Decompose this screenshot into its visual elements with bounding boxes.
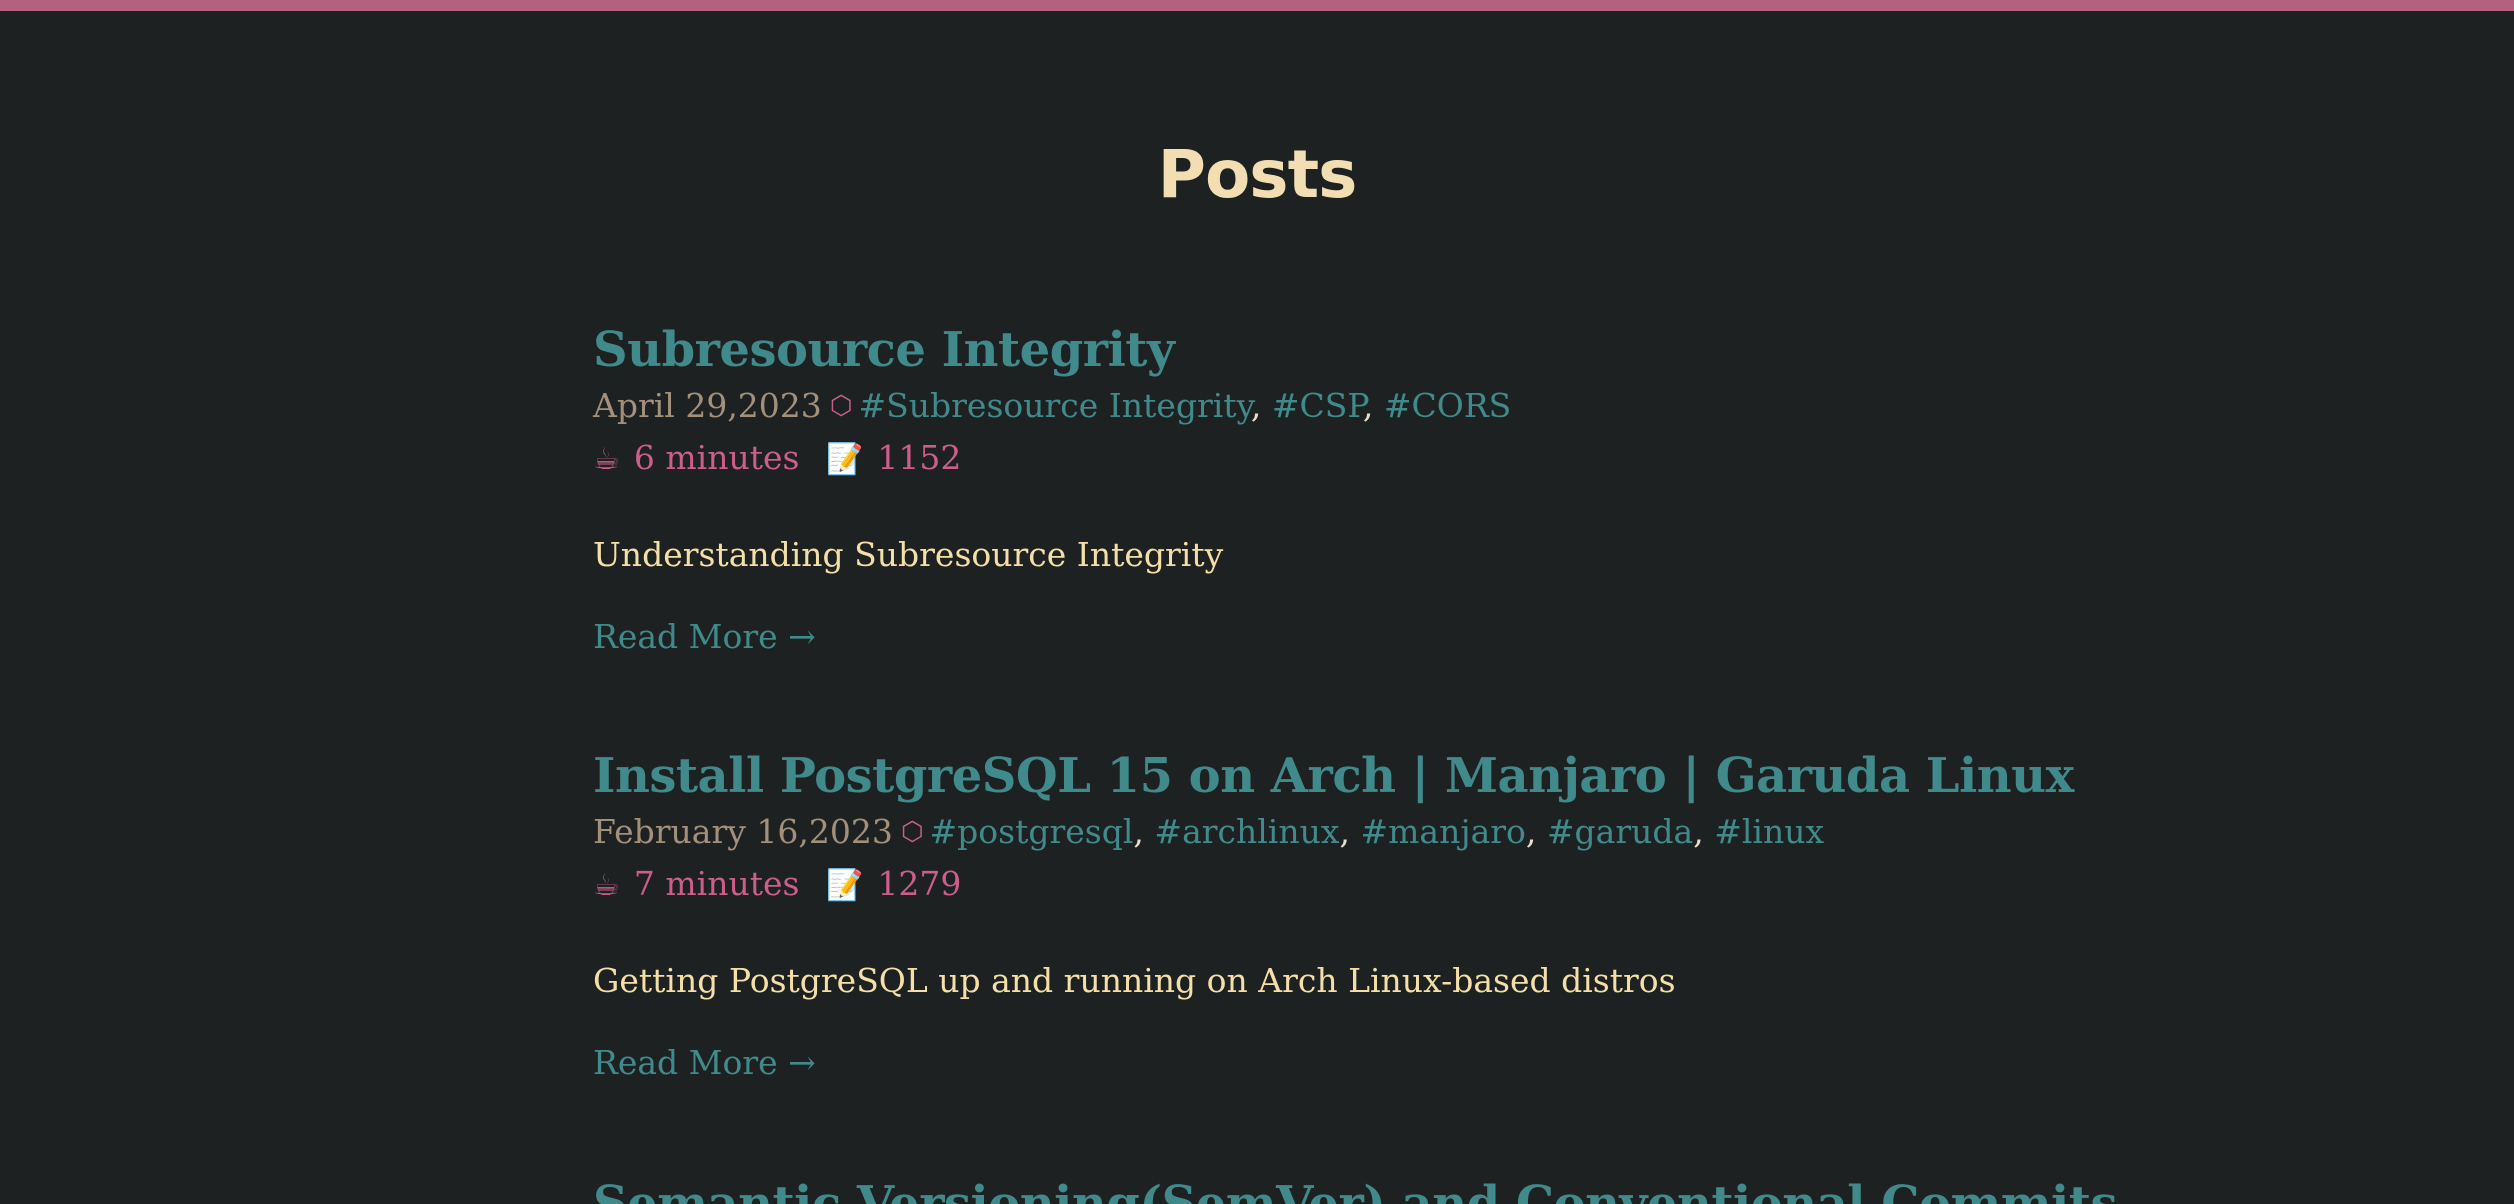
post-meta: February 16,2023 ⬡ #postgresql, #archlinux… xyxy=(593,808,1993,859)
tag-link[interactable]: #garuda xyxy=(1547,812,1693,851)
post-title-link[interactable]: Semantic Versioning(SemVer) and Conventi… xyxy=(593,1172,2117,1204)
tag-link[interactable]: #archlinux xyxy=(1154,812,1339,851)
tag-icon: ⬡ xyxy=(829,391,853,421)
tag-link[interactable]: #CSP xyxy=(1272,386,1363,425)
post-summary: Getting PostgreSQL up and running on Arc… xyxy=(593,961,1676,1000)
tag-separator: , xyxy=(1693,812,1704,851)
tag-separator: , xyxy=(1339,812,1350,851)
post-stats: ☕ 6 minutes 📝 1152 xyxy=(593,434,1993,484)
tag-separator: , xyxy=(1133,812,1144,851)
top-accent-bar xyxy=(0,0,2514,11)
post-summary: Understanding Subresource Integrity xyxy=(593,535,1224,574)
tag-link[interactable]: #manjaro xyxy=(1360,812,1525,851)
post-date: February 16,2023 xyxy=(593,812,893,851)
coffee-icon: ☕ xyxy=(593,868,620,903)
tag-link[interactable]: #CORS xyxy=(1384,386,1511,425)
tag-separator: , xyxy=(1525,812,1537,851)
tag-icon: ⬡ xyxy=(900,817,924,847)
tag-link[interactable]: #linux xyxy=(1714,812,1824,851)
tag-link[interactable]: #postgresql xyxy=(930,812,1134,851)
memo-icon: 📝 xyxy=(825,442,864,477)
post-date: April 29,2023 xyxy=(593,386,822,425)
tag-separator: , xyxy=(1362,386,1374,425)
read-more-link[interactable]: Read More → xyxy=(593,613,1993,661)
post-item: Subresource Integrity April 29,2023 ⬡ #Sub… xyxy=(593,318,1993,661)
word-count: 1279 xyxy=(877,864,962,903)
word-count: 1152 xyxy=(877,438,962,477)
post-item: Install PostgreSQL 15 on Arch | Manjaro … xyxy=(593,744,2074,1087)
tag-link[interactable]: #Subresource Integrity xyxy=(859,386,1251,425)
post-meta: April 29,2023 ⬡ #Subresource Integrity, #C… xyxy=(593,382,1993,433)
post-title-link[interactable]: Install PostgreSQL 15 on Arch | Manjaro … xyxy=(593,744,2074,808)
post-stats: ☕ 7 minutes 📝 1279 xyxy=(593,860,1993,910)
page-title: Posts xyxy=(1157,136,1358,213)
post-title-link[interactable]: Subresource Integrity xyxy=(593,318,1993,382)
read-more-link[interactable]: Read More → xyxy=(593,1039,1993,1087)
coffee-icon: ☕ xyxy=(593,442,620,477)
memo-icon: 📝 xyxy=(825,868,864,903)
read-time: 7 minutes xyxy=(633,864,800,903)
read-time: 6 minutes xyxy=(633,438,800,477)
tag-separator: , xyxy=(1250,386,1262,425)
